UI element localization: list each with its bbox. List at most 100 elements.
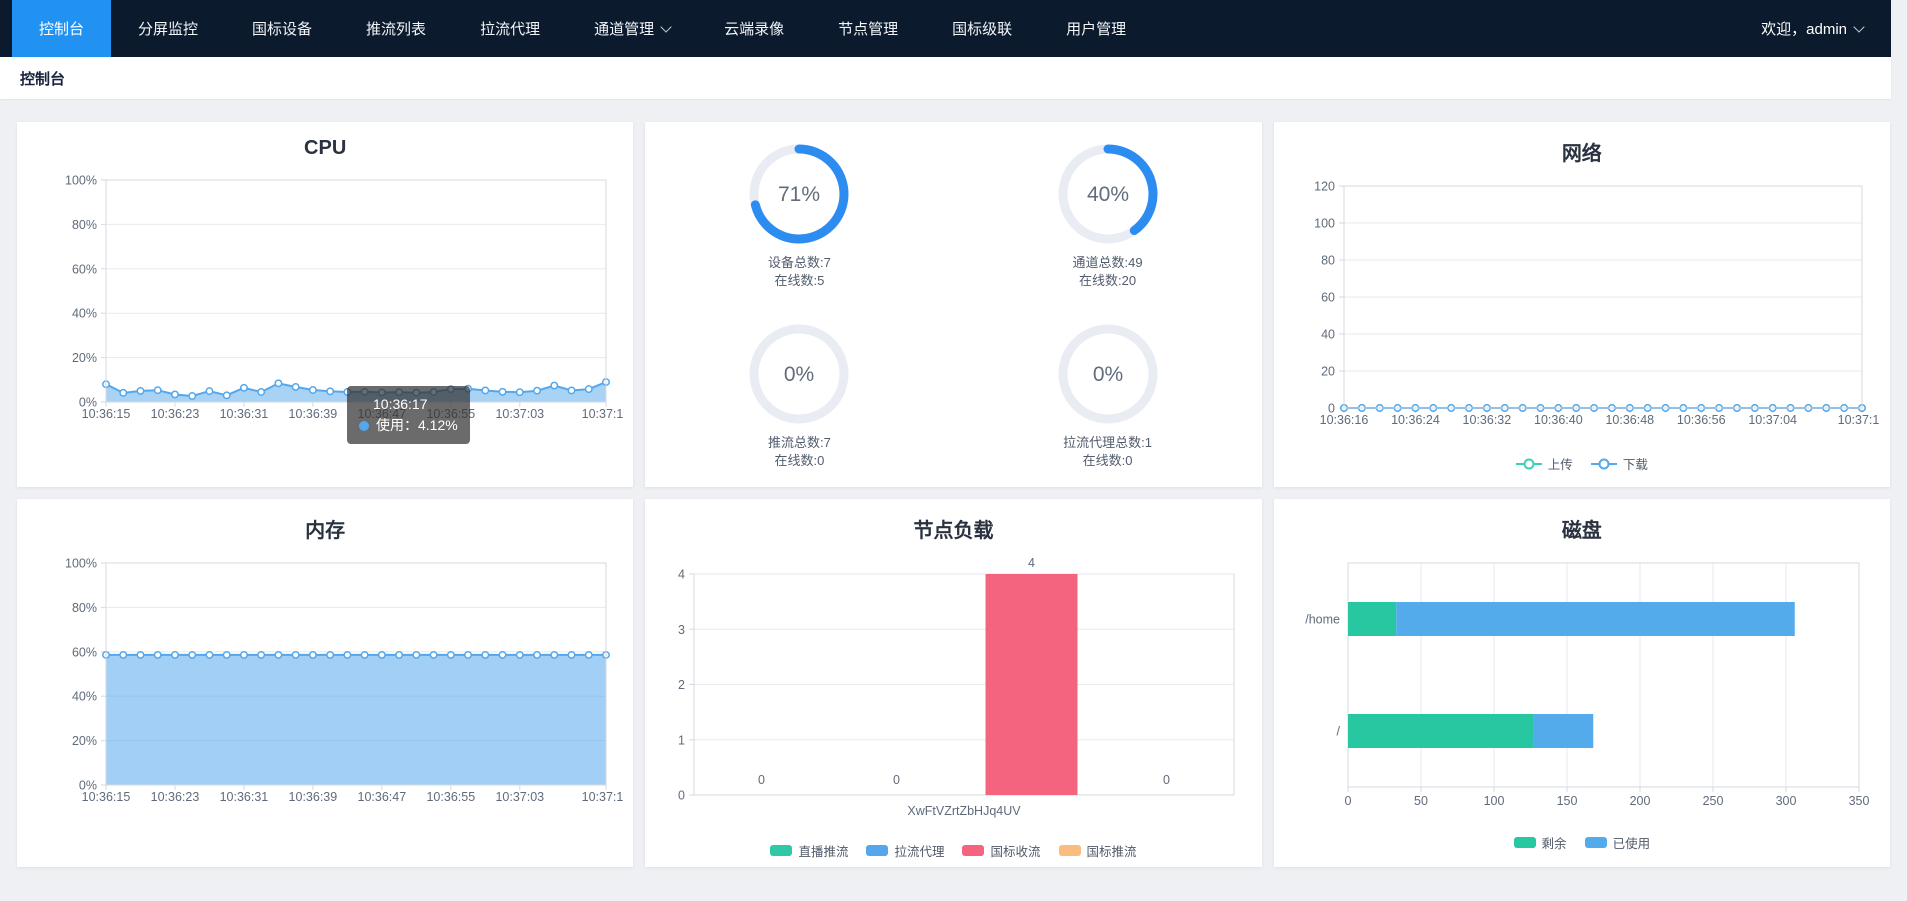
svg-text:10:36:31: 10:36:31 <box>219 790 268 804</box>
breadcrumb: 控制台 <box>20 68 65 89</box>
svg-text:50: 50 <box>1414 794 1428 808</box>
network-chart[interactable]: 02040608010012010:36:1610:36:2410:36:321… <box>1284 176 1879 428</box>
donut-chart[interactable]: 0% <box>749 324 849 424</box>
nav-item-split-screen[interactable]: 分屏监控 <box>111 0 225 57</box>
legend-live-push[interactable]: 直播推流 <box>770 841 848 860</box>
disk-panel: 磁盘 050100150200250300350/home/ 剩余 已使用 <box>1274 499 1890 867</box>
top-navbar: 控制台 分屏监控 国标设备 推流列表 拉流代理 通道管理 云端录像 节点管理 国… <box>0 0 1891 57</box>
legend-label: 已使用 <box>1613 833 1651 852</box>
svg-text:120: 120 <box>1314 180 1335 194</box>
svg-text:10:36:56: 10:36:56 <box>1677 413 1726 427</box>
svg-text:80%: 80% <box>72 218 97 232</box>
welcome-text: 欢迎，admin <box>1761 18 1847 39</box>
nav-item-console[interactable]: 控制台 <box>12 0 111 57</box>
svg-text:/home: /home <box>1306 613 1341 627</box>
nav-item-user-management[interactable]: 用户管理 <box>1039 0 1153 57</box>
cpu-chart[interactable]: 0%20%40%60%80%100%10:36:1510:36:2310:36:… <box>28 170 623 422</box>
svg-text:20%: 20% <box>72 734 97 748</box>
svg-text:10:36:55: 10:36:55 <box>426 407 475 421</box>
nav-item-push-list[interactable]: 推流列表 <box>339 0 453 57</box>
svg-text:80: 80 <box>1321 254 1335 268</box>
svg-text:60: 60 <box>1321 291 1335 305</box>
svg-text:10:36:23: 10:36:23 <box>150 790 199 804</box>
nodeload-chart[interactable]: 012340040XwFtVZrtZbHJq4UV <box>656 553 1251 827</box>
legend-gb-receive[interactable]: 国标收流 <box>962 841 1040 860</box>
user-menu[interactable]: 欢迎，admin <box>1761 18 1863 39</box>
svg-text:20: 20 <box>1321 365 1335 379</box>
svg-text:60%: 60% <box>72 645 97 659</box>
svg-text:10:36:31: 10:36:31 <box>219 407 268 421</box>
legend-upload[interactable]: 上传 <box>1516 454 1573 473</box>
svg-text:100: 100 <box>1314 217 1335 231</box>
svg-text:10:36:47: 10:36:47 <box>357 407 406 421</box>
nav-item-cloud-recording[interactable]: 云端录像 <box>697 0 811 57</box>
panel-title: 磁盘 <box>1274 499 1890 543</box>
svg-text:60%: 60% <box>72 262 97 276</box>
svg-text:10:37:13: 10:37:13 <box>581 407 622 421</box>
stat-line: 通道总数:49 <box>1073 254 1143 272</box>
svg-text:10:36:39: 10:36:39 <box>288 407 337 421</box>
svg-text:XwFtVZrtZbHJq4UV: XwFtVZrtZbHJq4UV <box>907 804 1021 818</box>
nav-item-pull-proxy[interactable]: 拉流代理 <box>453 0 567 57</box>
stat-line: 推流总数:7 <box>768 434 831 452</box>
legend-download[interactable]: 下载 <box>1591 454 1648 473</box>
network-panel: 网络 02040608010012010:36:1610:36:2410:36:… <box>1274 122 1890 487</box>
legend-swatch <box>1514 837 1536 848</box>
legend-label: 上传 <box>1548 454 1573 473</box>
svg-text:0%: 0% <box>1092 363 1122 386</box>
legend-swatch <box>1059 845 1081 856</box>
dashboard-grid: CPU 0%20%40%60%80%100%10:36:1510:36:2310… <box>0 99 1907 867</box>
svg-text:0%: 0% <box>784 363 814 386</box>
legend-free[interactable]: 剩余 <box>1514 833 1567 852</box>
cpu-panel: CPU 0%20%40%60%80%100%10:36:1510:36:2310… <box>17 122 633 487</box>
legend-swatch <box>962 845 984 856</box>
svg-text:10:36:24: 10:36:24 <box>1391 413 1440 427</box>
svg-text:0: 0 <box>1163 773 1170 787</box>
svg-text:0: 0 <box>1345 794 1352 808</box>
nodeload-legend: 直播推流 拉流代理 国标收流 国标推流 <box>645 841 1261 860</box>
legend-gb-push[interactable]: 国标推流 <box>1059 841 1137 860</box>
legend-swatch <box>866 845 888 856</box>
svg-text:4: 4 <box>678 568 685 582</box>
line-marker-icon <box>1591 458 1617 470</box>
tooltip-series-dot <box>359 421 369 431</box>
legend-label: 剩余 <box>1542 833 1567 852</box>
svg-text:2: 2 <box>678 678 685 692</box>
legend-used[interactable]: 已使用 <box>1585 833 1651 852</box>
svg-text:20%: 20% <box>72 351 97 365</box>
stat-line: 设备总数:7 <box>768 254 831 272</box>
nav-menu: 控制台 分屏监控 国标设备 推流列表 拉流代理 通道管理 云端录像 节点管理 国… <box>12 0 1153 57</box>
svg-text:/: / <box>1337 725 1341 739</box>
svg-text:350: 350 <box>1849 794 1870 808</box>
donut-chart[interactable]: 71% <box>749 144 849 244</box>
nav-item-node-management[interactable]: 节点管理 <box>811 0 925 57</box>
legend-label: 拉流代理 <box>894 841 944 860</box>
svg-text:100%: 100% <box>65 174 97 188</box>
memory-chart[interactable]: 0%20%40%60%80%100%10:36:1510:36:2310:36:… <box>28 553 623 805</box>
nav-item-gb-cascade[interactable]: 国标级联 <box>925 0 1039 57</box>
panel-title: 节点负载 <box>645 499 1261 543</box>
nav-item-gb-devices[interactable]: 国标设备 <box>225 0 339 57</box>
legend-swatch <box>770 845 792 856</box>
svg-text:0: 0 <box>678 789 685 803</box>
disk-chart[interactable]: 050100150200250300350/home/ <box>1284 553 1879 815</box>
svg-text:10:36:40: 10:36:40 <box>1534 413 1583 427</box>
legend-label: 下载 <box>1623 454 1648 473</box>
disk-legend: 剩余 已使用 <box>1274 833 1890 852</box>
stat-line: 在线数:0 <box>774 452 824 470</box>
gauge-devices: 71% 设备总数:7 在线数:5 <box>645 144 953 290</box>
svg-text:4: 4 <box>1028 556 1035 570</box>
panel-title: CPU <box>17 122 633 160</box>
nav-item-channel-management[interactable]: 通道管理 <box>567 0 697 57</box>
stat-line: 拉流代理总数:1 <box>1063 434 1152 452</box>
svg-text:100: 100 <box>1484 794 1505 808</box>
stat-line: 在线数:20 <box>1079 272 1136 290</box>
donut-chart[interactable]: 0% <box>1058 324 1158 424</box>
legend-pull-proxy[interactable]: 拉流代理 <box>866 841 944 860</box>
svg-text:10:37:04: 10:37:04 <box>1749 413 1798 427</box>
svg-text:200: 200 <box>1630 794 1651 808</box>
svg-text:0: 0 <box>893 773 900 787</box>
svg-text:10:36:48: 10:36:48 <box>1606 413 1655 427</box>
donut-chart[interactable]: 40% <box>1058 144 1158 244</box>
chevron-down-icon <box>660 21 671 32</box>
